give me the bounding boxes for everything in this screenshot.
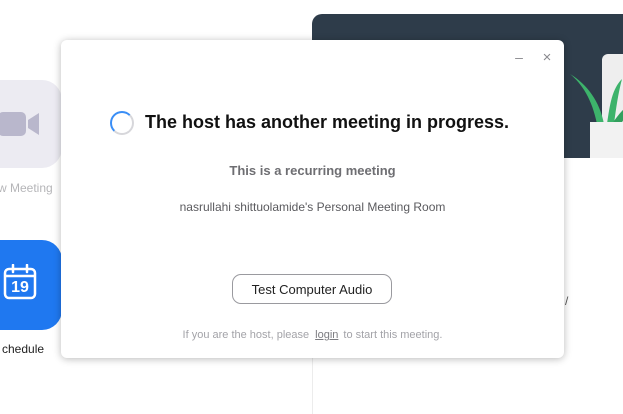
schedule-tile[interactable]: 19 bbox=[0, 240, 62, 330]
dialog-title: The host has another meeting in progress… bbox=[145, 112, 510, 132]
login-link[interactable]: login bbox=[315, 329, 338, 341]
new-meeting-tile[interactable] bbox=[0, 80, 62, 168]
footer-suffix-text: to start this meeting. bbox=[343, 329, 443, 341]
background-text-fragment: / bbox=[565, 294, 569, 308]
recurring-meeting-subtitle: This is a recurring meeting bbox=[229, 163, 396, 178]
footer-prefix-text: If you are the host, please bbox=[182, 329, 310, 341]
close-button[interactable]: × bbox=[538, 48, 556, 66]
host-login-hint: If you are the host, please login to start… bbox=[61, 329, 564, 341]
new-meeting-label: w Meeting bbox=[0, 181, 53, 195]
schedule-label: chedule bbox=[2, 342, 45, 356]
test-computer-audio-button[interactable]: Test Computer Audio bbox=[232, 274, 392, 304]
minimize-button[interactable]: – bbox=[510, 48, 528, 66]
calendar-day: 19 bbox=[11, 279, 29, 296]
video-camera-icon bbox=[0, 112, 39, 136]
loading-spinner-icon bbox=[110, 111, 134, 135]
host-in-meeting-dialog: – × The host has another meeting in prog… bbox=[61, 40, 564, 358]
meeting-room-name: nasrullahi shittuolamide's Personal Meet… bbox=[179, 200, 446, 214]
